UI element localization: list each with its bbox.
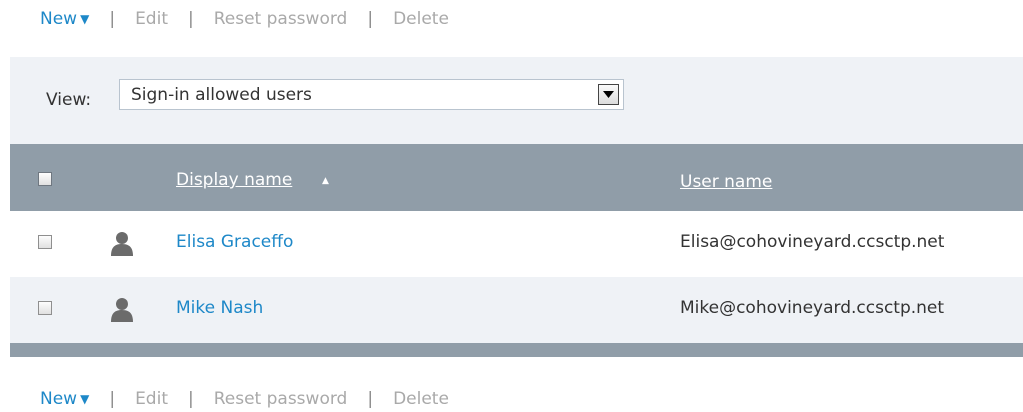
user-icon [111,232,133,256]
table-header: Display name ▲ User name [10,144,1023,211]
toolbar-separator: | [109,389,116,409]
bottom-toolbar: New ▼ | Edit | Reset password | Delete [40,389,449,409]
user-name-cell: Mike@cohovineyard.ccsctp.net [680,298,945,318]
view-label: View: [46,90,92,110]
select-all-checkbox[interactable] [38,172,52,186]
sort-ascending-icon: ▲ [322,176,329,186]
table-footer-bar [10,343,1023,357]
row-checkbox[interactable] [38,235,52,249]
delete-button[interactable]: Delete [393,9,449,29]
view-select[interactable]: Sign-in allowed users [119,79,624,110]
view-filter-bar: View: Sign-in allowed users [10,57,1023,144]
toolbar-separator: | [367,389,374,409]
user-name-column-header[interactable]: User name [680,172,772,192]
edit-button[interactable]: Edit [135,9,168,29]
chevron-down-icon[interactable] [598,84,619,105]
new-button[interactable]: New ▼ [40,9,89,29]
new-label: New [40,389,78,409]
edit-button[interactable]: Edit [135,389,168,409]
toolbar-separator: | [187,389,194,409]
row-checkbox[interactable] [38,301,52,315]
delete-button[interactable]: Delete [393,389,449,409]
toolbar-separator: | [109,9,116,29]
table-row[interactable]: Elisa Graceffo Elisa@cohovineyard.ccsctp… [10,211,1023,277]
user-icon [111,298,133,322]
display-name-link[interactable]: Elisa Graceffo [176,232,293,252]
caret-down-icon: ▼ [80,392,90,406]
display-name-column-header[interactable]: Display name [176,170,292,190]
display-name-link[interactable]: Mike Nash [176,298,263,318]
new-button[interactable]: New ▼ [40,389,89,409]
reset-password-button[interactable]: Reset password [214,389,348,409]
toolbar-separator: | [187,9,194,29]
new-label: New [40,9,78,29]
view-select-value: Sign-in allowed users [131,85,312,105]
user-name-cell: Elisa@cohovineyard.ccsctp.net [680,232,945,252]
reset-password-button[interactable]: Reset password [214,9,348,29]
toolbar-separator: | [367,9,374,29]
caret-down-icon: ▼ [80,12,90,26]
table-row[interactable]: Mike Nash Mike@cohovineyard.ccsctp.net [10,277,1023,343]
top-toolbar: New ▼ | Edit | Reset password | Delete [40,9,449,29]
